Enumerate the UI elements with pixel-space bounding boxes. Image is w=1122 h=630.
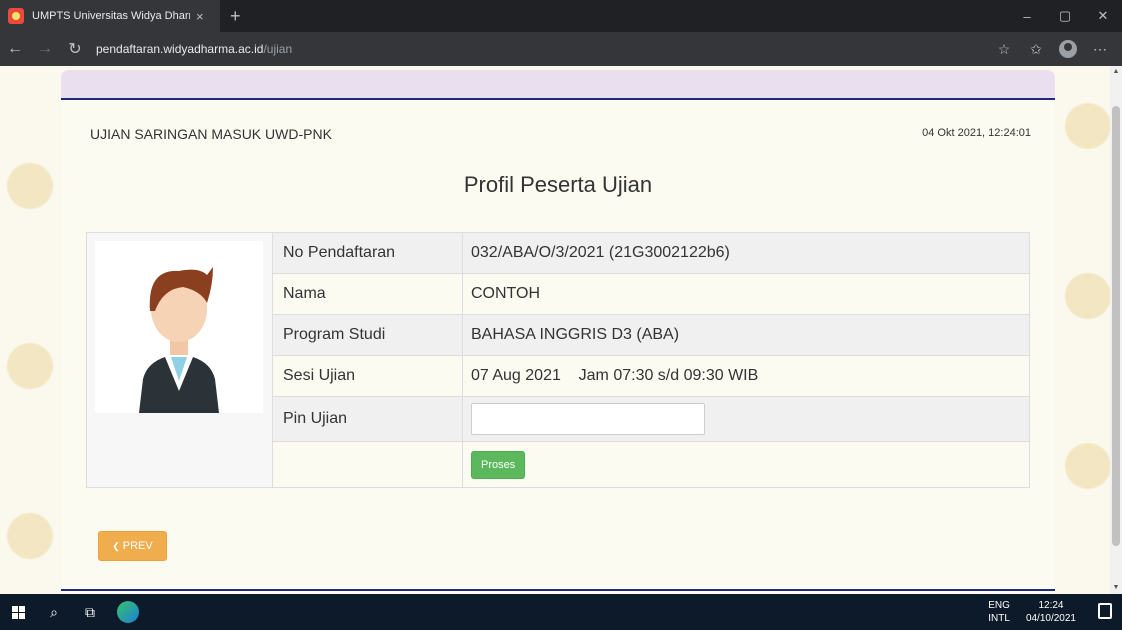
back-icon[interactable]: ← xyxy=(0,32,30,66)
prev-label: PREV xyxy=(122,540,153,552)
row-label: Program Studi xyxy=(273,315,463,355)
scroll-up-icon[interactable]: ▲ xyxy=(1110,66,1122,78)
exam-card: UJIAN SARINGAN MASUK UWD-PNK 04 Okt 2021… xyxy=(61,70,1055,594)
table-row: Nama CONTOH xyxy=(273,274,1029,315)
page-scrollbar[interactable]: ▲ ▼ xyxy=(1110,66,1122,594)
clock[interactable]: 12:24 04/10/2021 xyxy=(1026,599,1076,625)
windows-icon xyxy=(11,605,25,619)
scroll-thumb[interactable] xyxy=(1112,106,1120,546)
clock-time: 12:24 xyxy=(1038,600,1064,611)
table-row: Pin Ujian xyxy=(273,397,1029,442)
row-value: 07 Aug 2021 Jam 07:30 s/d 09:30 WIB xyxy=(471,367,759,384)
table-row: No Pendaftaran 032/ABA/O/3/2021 (21G3002… xyxy=(273,233,1029,274)
favicon-icon xyxy=(8,8,24,24)
row-label: No Pendaftaran xyxy=(273,233,463,273)
favorites-icon[interactable]: ✩ xyxy=(1020,32,1052,66)
close-window-icon[interactable]: ✕ xyxy=(1084,0,1122,32)
address-bar[interactable]: pendaftaran.widyadharma.ac.id/ujian xyxy=(96,42,896,56)
page-viewport: UJIAN SARINGAN MASUK UWD-PNK 04 Okt 2021… xyxy=(0,66,1110,594)
tab-title: UMPTS Universitas Widya Dharm xyxy=(32,10,190,22)
row-label: Pin Ujian xyxy=(273,397,463,441)
taskbar: ⌕ ⧉ ENG INTL 12:24 04/10/2021 xyxy=(0,594,1122,630)
card-footer-line xyxy=(61,589,1055,591)
person-avatar-icon xyxy=(139,267,219,413)
add-favorite-icon[interactable]: ☆ xyxy=(988,32,1020,66)
clock-date: 04/10/2021 xyxy=(1025,613,1076,624)
edge-icon xyxy=(117,601,139,623)
task-view-icon[interactable]: ⧉ xyxy=(72,594,108,630)
forward-icon[interactable]: → xyxy=(30,32,60,66)
search-icon[interactable]: ⌕ xyxy=(36,594,72,630)
datetime: 04 Okt 2021, 12:24:01 xyxy=(922,127,1031,139)
more-menu-icon[interactable]: ⋯ xyxy=(1084,32,1116,66)
row-value: 032/ABA/O/3/2021 (21G3002122b6) xyxy=(471,244,730,261)
url-host: pendaftaran.widyadharma.ac.id xyxy=(96,42,264,56)
url-path: /ujian xyxy=(263,42,293,56)
language-indicator[interactable]: ENG INTL xyxy=(988,599,1010,625)
refresh-icon[interactable]: ↻ xyxy=(60,32,90,66)
profile-table: No Pendaftaran 032/ABA/O/3/2021 (21G3002… xyxy=(86,232,1030,488)
chevron-left-icon: ❮ xyxy=(112,540,120,551)
exam-title: UJIAN SARINGAN MASUK UWD-PNK xyxy=(90,126,332,142)
row-label: Nama xyxy=(273,274,463,314)
window-controls: – ▢ ✕ xyxy=(1008,0,1122,32)
table-row: Sesi Ujian 07 Aug 2021 Jam 07:30 s/d 09:… xyxy=(273,356,1029,397)
edge-taskbar-button[interactable] xyxy=(110,594,146,630)
maximize-icon[interactable]: ▢ xyxy=(1046,0,1084,32)
photo-cell xyxy=(87,233,273,487)
new-tab-icon[interactable]: + xyxy=(230,6,241,27)
page-title: Profil Peserta Ujian xyxy=(463,172,653,197)
pin-input[interactable] xyxy=(471,403,705,435)
start-button[interactable] xyxy=(0,594,36,630)
browser-tab[interactable]: UMPTS Universitas Widya Dharm × xyxy=(0,0,220,32)
table-row: Program Studi BAHASA INGGRIS D3 (ABA) xyxy=(273,315,1029,356)
card-header-bar xyxy=(61,70,1055,100)
avatar xyxy=(95,241,263,413)
tab-close-icon[interactable]: × xyxy=(196,9,204,24)
profile-icon[interactable] xyxy=(1052,32,1084,66)
row-value: BAHASA INGGRIS D3 (ABA) xyxy=(471,326,680,343)
table-row: Proses xyxy=(273,442,1029,487)
notification-icon[interactable] xyxy=(1098,603,1112,619)
row-value: CONTOH xyxy=(471,285,541,302)
minimize-icon[interactable]: – xyxy=(1008,0,1046,32)
browser-toolbar: ← → ↻ pendaftaran.widyadharma.ac.id/ujia… xyxy=(0,32,1122,66)
prev-button[interactable]: ❮ PREV xyxy=(98,531,167,561)
row-label: Sesi Ujian xyxy=(273,356,463,396)
scroll-down-icon[interactable]: ▼ xyxy=(1110,582,1122,594)
proses-button[interactable]: Proses xyxy=(471,450,526,479)
browser-tabstrip: UMPTS Universitas Widya Dharm × + – ▢ ✕ xyxy=(0,0,1122,32)
system-tray[interactable]: ENG INTL 12:24 04/10/2021 xyxy=(988,599,1076,625)
